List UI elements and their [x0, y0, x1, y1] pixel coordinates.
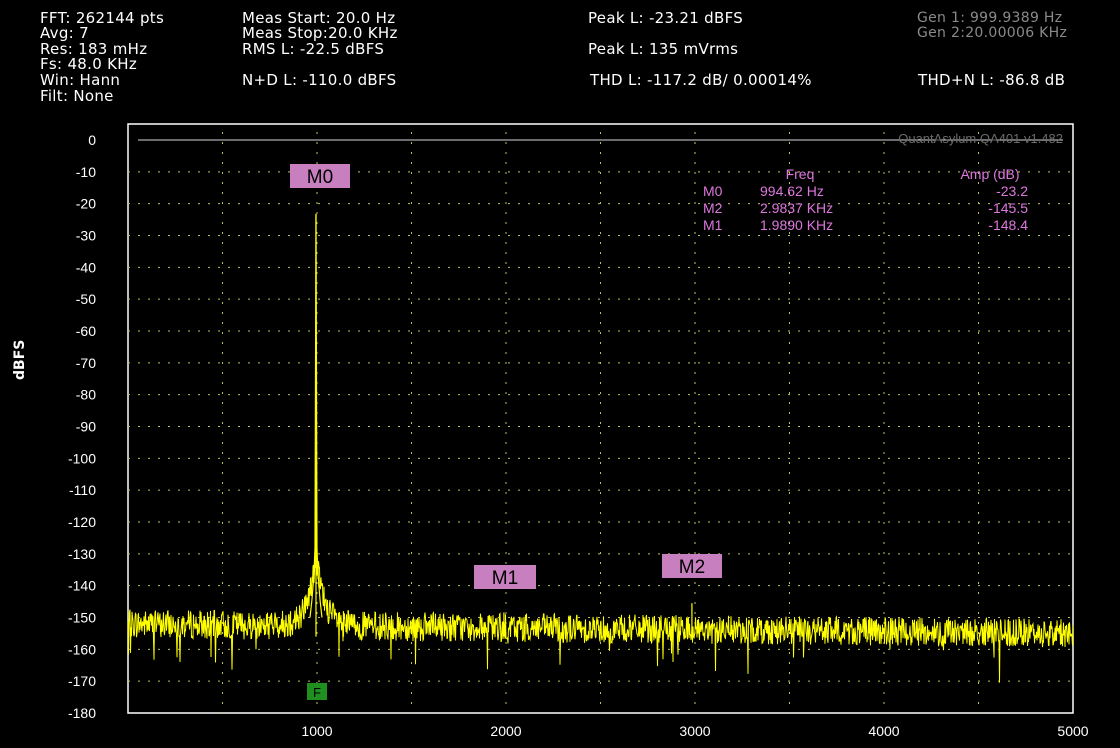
y-tick-label: -170	[68, 673, 96, 689]
y-tick-label: 0	[88, 132, 96, 148]
spectrum-chart[interactable]: 0 -10 -20 -30 -40 -50 -60 -70 -80 -90 -100 -110 -120…	[0, 0, 1120, 748]
y-tick-label: -150	[68, 610, 96, 626]
y-tick-label: -140	[68, 578, 96, 594]
marker-table-freq: 994.62 Hz	[760, 183, 824, 199]
marker-table-label: M0	[703, 183, 723, 199]
marker-table-amp-header: Amp (dB)	[960, 166, 1019, 182]
x-tick-label: 3000	[679, 723, 710, 739]
marker-table-amp: -148.4	[988, 217, 1028, 233]
y-tick-label: -100	[68, 450, 96, 466]
marker-table-freq: 1.9890 KHz	[760, 217, 833, 233]
y-tick-label: -110	[69, 482, 96, 498]
y-tick-label: -80	[76, 387, 96, 403]
marker-table-amp: -23.2	[996, 183, 1028, 199]
marker-label-m2: M2	[679, 557, 705, 578]
marker-label-m0: M0	[307, 167, 333, 188]
marker-table-freq: 2.9837 KHz	[760, 200, 833, 216]
marker-table-label: M2	[703, 200, 723, 216]
x-tick-label: 2000	[490, 723, 521, 739]
y-tick-label: -120	[68, 514, 96, 530]
y-tick-label: -60	[76, 323, 96, 339]
x-tick-label: 5000	[1057, 723, 1088, 739]
marker-label-m1: M1	[492, 568, 518, 589]
y-tick-label: -130	[68, 546, 96, 562]
marker-table-label: M1	[703, 217, 723, 233]
x-tick-label: 1000	[301, 723, 332, 739]
x-tick-label: 4000	[868, 723, 899, 739]
marker-table-freq-header: Freq	[786, 166, 815, 182]
y-tick-label: -20	[76, 196, 96, 212]
y-tick-label: -160	[68, 641, 96, 657]
y-tick-label: -30	[76, 228, 96, 244]
marker-table-amp: -145.5	[988, 200, 1028, 216]
y-tick-label: -50	[76, 291, 96, 307]
y-tick-label: -40	[76, 259, 96, 275]
y-tick-label: -90	[76, 419, 96, 435]
watermark-text: QuantAsylum QA401 v1.482	[898, 131, 1063, 146]
filter-marker-label: F	[313, 685, 321, 700]
y-tick-label: -10	[76, 164, 96, 180]
y-tick-label: -180	[68, 705, 96, 721]
y-tick-label: -70	[76, 355, 96, 371]
